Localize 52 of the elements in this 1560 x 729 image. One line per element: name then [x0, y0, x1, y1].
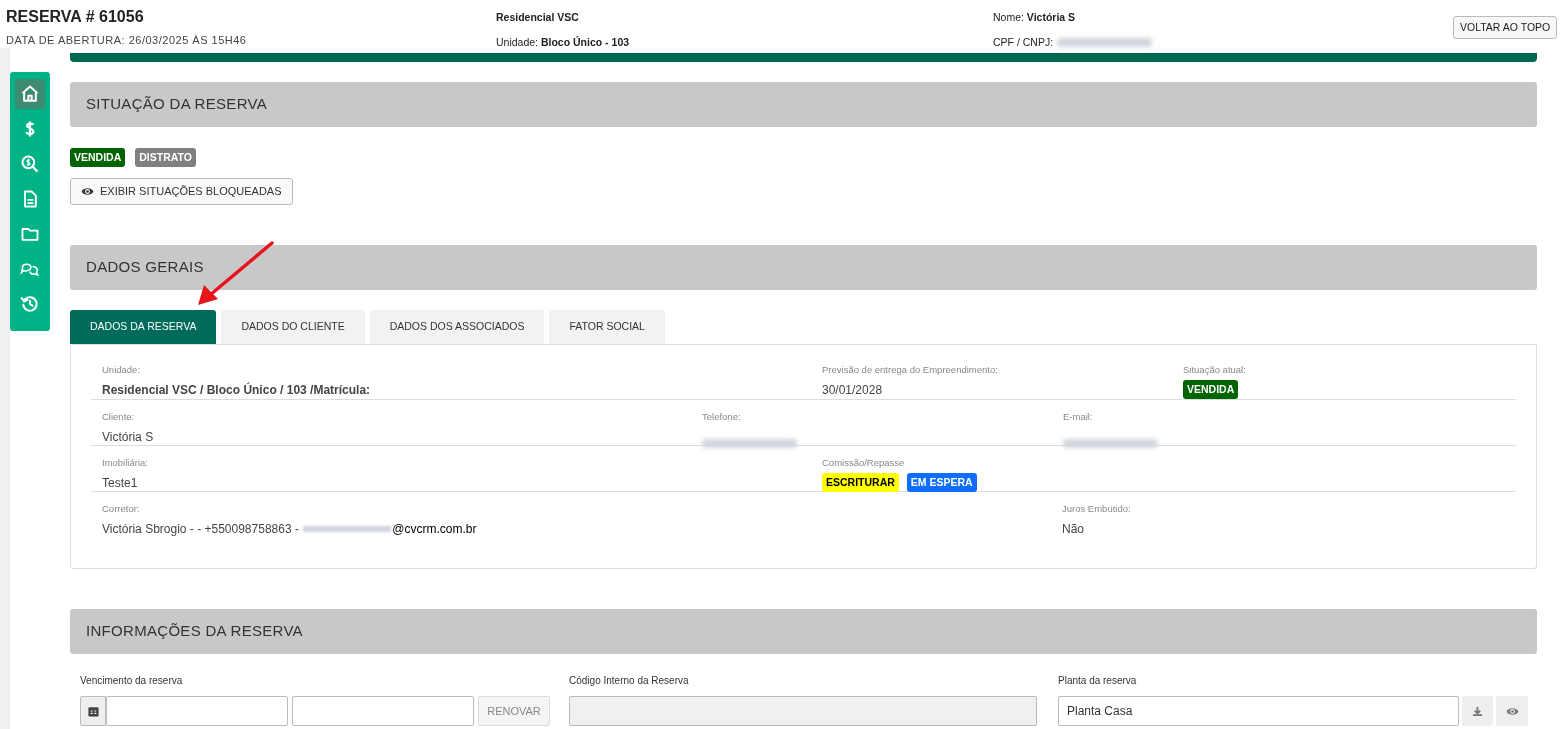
field-label: Telefone: — [702, 410, 742, 424]
opening-date: DATA DE ABERTURA: 26/03/2025 ÀS 15H46 — [6, 33, 248, 48]
tab[interactable]: DADOS DO CLIENTE — [221, 310, 365, 344]
field-label: Planta da reserva — [1058, 674, 1138, 688]
field-label: E-mail: — [1063, 410, 1094, 424]
field-value: Não — [1062, 521, 1085, 539]
unit-text: Unidade: Bloco Único - 103 — [496, 34, 631, 50]
tab[interactable]: DADOS DA RESERVA — [70, 310, 217, 344]
tab[interactable]: FATOR SOCIAL — [549, 310, 665, 344]
date-field[interactable] — [106, 696, 288, 726]
back-to-top-button[interactable]: VOLTAR AO TOPO — [1453, 16, 1558, 40]
field-label: Comissão/Repasse — [822, 456, 906, 470]
page-title: RESERVA # 61056 — [6, 8, 145, 26]
calendar-button[interactable] — [80, 696, 106, 726]
show-blocked-button[interactable]: EXIBIR SITUAÇÕES BLOQUEADAS — [70, 178, 293, 205]
field-label: Previsão de entrega do Empreendimento: — [822, 363, 999, 377]
status-badge: DISTRATO — [135, 148, 196, 167]
field-label: Vencimento da reserva — [80, 674, 184, 688]
sidebar-item[interactable] — [15, 79, 45, 109]
home-icon — [20, 84, 40, 104]
status-badge: VENDIDA — [1183, 380, 1239, 400]
status-badge: VENDIDA — [70, 148, 126, 167]
status-badge: ESCRITURAR — [822, 473, 899, 493]
field-value: Victória Sbrogio - - +550098758863 - @cvcrm.com.br — [102, 521, 478, 539]
status-badge: EM ESPERA — [906, 473, 977, 493]
tab[interactable]: DADOS DOS ASSOCIADOS — [369, 310, 545, 344]
section-title: INFORMAÇÕES DA RESERVA — [86, 621, 303, 642]
field-label: Cliente: — [102, 410, 136, 424]
history-icon — [20, 294, 40, 314]
project-name: Residencial VSC — [496, 10, 580, 25]
field-label: Imobiliária: — [102, 456, 149, 470]
section-title: DADOS GERAIS — [86, 257, 204, 278]
magnifier-dollar-icon — [20, 154, 40, 174]
download-button[interactable] — [1462, 696, 1493, 726]
field-label: Unidade: — [102, 363, 142, 377]
field-label: Corretor: — [102, 502, 141, 516]
calendar-icon — [87, 705, 99, 717]
view-button[interactable] — [1496, 696, 1528, 726]
section-title: SITUAÇÃO DA RESERVA — [86, 94, 268, 115]
document-label: CPF / CNPJ: — [993, 34, 1054, 50]
field-value: Teste1 — [102, 475, 139, 493]
field-value: 30/01/2028 — [822, 382, 884, 400]
field-label: Código Interno da Reserva — [569, 674, 690, 688]
field-label: Situação atual: — [1183, 363, 1246, 377]
date-field[interactable] — [292, 696, 474, 726]
eye-icon — [81, 185, 94, 198]
field-value: Residencial VSC / Bloco Único / 103 /Matrícula: — [102, 381, 372, 400]
field-label: Juros Embutido: — [1062, 502, 1131, 516]
download-icon — [1472, 705, 1483, 717]
field-value: Victória S — [102, 429, 155, 447]
client-name: Nome: Victória S — [993, 10, 1077, 25]
plan-field[interactable]: Planta Casa — [1058, 696, 1459, 726]
